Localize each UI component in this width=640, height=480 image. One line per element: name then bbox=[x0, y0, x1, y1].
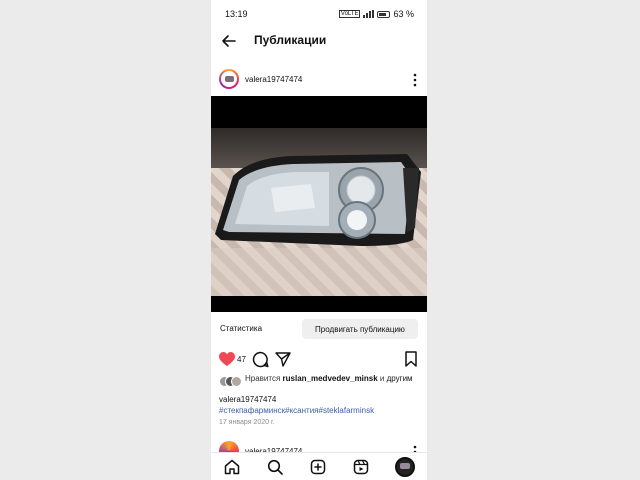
status-icons: VoLTE 63 % bbox=[338, 9, 414, 19]
page-title: Публикации bbox=[254, 33, 327, 47]
phone-screen: 13:19 VoLTE 63 % Публикации valera197474… bbox=[211, 0, 427, 480]
post-image[interactable] bbox=[211, 96, 427, 312]
top-bar: Публикации bbox=[211, 26, 427, 56]
avatar[interactable] bbox=[219, 69, 239, 89]
create-icon[interactable] bbox=[310, 459, 326, 475]
liked-by-user[interactable]: ruslan_medvedev_minsk bbox=[283, 374, 378, 383]
promote-post-button[interactable]: Продвигать публикацию bbox=[302, 319, 418, 339]
battery-percent: 63 % bbox=[393, 9, 414, 19]
stats-row: Статистика Продвигать публикацию bbox=[211, 316, 427, 342]
bookmark-icon[interactable] bbox=[405, 351, 417, 367]
heart-icon[interactable] bbox=[219, 352, 235, 367]
status-bar: 13:19 VoLTE 63 % bbox=[211, 0, 427, 26]
battery-icon bbox=[377, 10, 391, 18]
comment-icon[interactable] bbox=[252, 351, 269, 368]
bottom-nav bbox=[211, 452, 427, 480]
volte-label: VoLTE bbox=[338, 10, 361, 18]
status-time: 13:19 bbox=[225, 9, 248, 19]
liked-by-text: Нравится ruslan_medvedev_minsk и другим bbox=[245, 374, 413, 383]
post-date: 17 января 2020 г. bbox=[219, 419, 275, 426]
liker-avatars bbox=[219, 376, 243, 388]
like-count[interactable]: 47 bbox=[237, 355, 246, 364]
liked-by-others[interactable]: другим bbox=[387, 374, 413, 383]
caption-username[interactable]: valera19747474 bbox=[219, 395, 276, 404]
arrow-left-icon[interactable] bbox=[220, 32, 238, 50]
share-icon[interactable] bbox=[275, 351, 291, 367]
liked-by[interactable]: Нравится ruslan_medvedev_minsk и другим bbox=[219, 373, 419, 393]
search-icon[interactable] bbox=[267, 459, 283, 475]
home-icon[interactable] bbox=[224, 459, 240, 475]
headlight-illustration bbox=[211, 154, 427, 296]
statistics-link[interactable]: Статистика bbox=[220, 324, 262, 333]
profile-avatar[interactable] bbox=[395, 457, 415, 477]
post-header: valera19747474 bbox=[211, 66, 427, 94]
more-vertical-icon[interactable] bbox=[413, 73, 417, 87]
caption-hashtags[interactable]: #стекпафарминск#ксантия#steklafarminsk bbox=[219, 406, 374, 415]
signal-icon bbox=[363, 10, 375, 18]
headlight-photo bbox=[211, 128, 427, 296]
reels-icon[interactable] bbox=[353, 459, 369, 475]
post-actions: 47 bbox=[211, 350, 427, 370]
post-username[interactable]: valera19747474 bbox=[245, 75, 302, 84]
